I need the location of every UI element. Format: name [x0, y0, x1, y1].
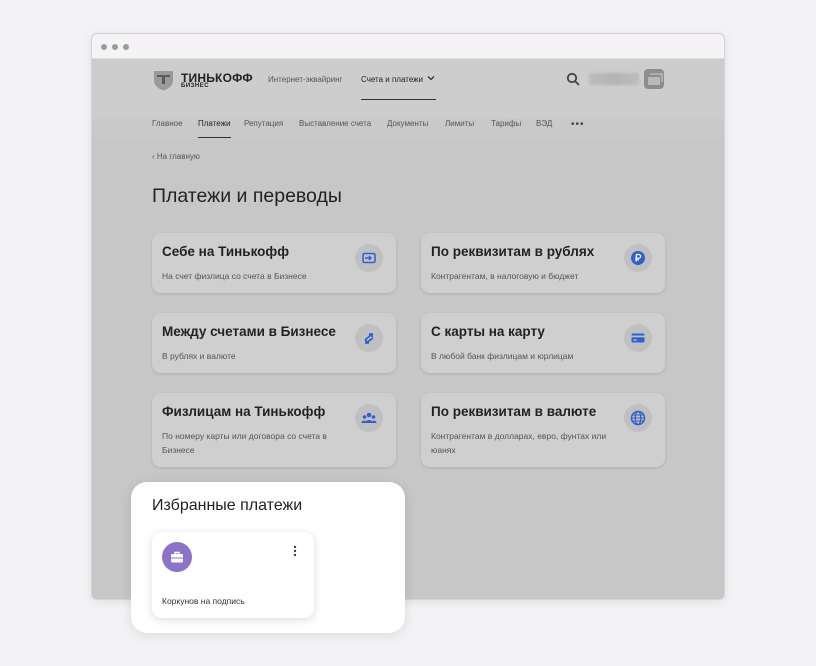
kebab-menu-icon[interactable] [293, 545, 297, 557]
subnav-item-tariffs[interactable]: Тарифы [491, 119, 521, 128]
browser-titlebar [92, 34, 724, 59]
credit-card-icon [624, 324, 652, 352]
payment-card-rub-requisites[interactable]: По реквизитам в рублях Контрагентам, в н… [421, 233, 665, 293]
card-title: Физлицам на Тинькофф [162, 404, 326, 419]
search-icon[interactable] [566, 72, 580, 86]
card-description: По номеру карты или договора со счета в … [162, 431, 327, 455]
payment-card-currency-requisites[interactable]: По реквизитам в валюте Контрагентам в до… [421, 393, 665, 467]
card-title: Себе на Тинькофф [162, 244, 290, 259]
subnav-item-limits[interactable]: Лимиты [445, 119, 474, 128]
topnav-accounts-payments[interactable]: Счета и платежи [361, 75, 423, 84]
back-link[interactable]: ‹ На главную [152, 152, 200, 161]
ruble-icon [624, 244, 652, 272]
subnav-item-ved[interactable]: ВЭД [536, 119, 552, 128]
subnav-item-main[interactable]: Главное [152, 119, 183, 128]
card-title: По реквизитам в рублях [431, 244, 595, 259]
card-transfer-icon [355, 244, 383, 272]
top-header: ТИНЬКОФФ БИЗНЕС Интернет-эквайринг Счета… [92, 59, 724, 119]
payment-card-individuals-tinkoff[interactable]: Физлицам на Тинькофф По номеру карты или… [152, 393, 396, 467]
card-description: В любой банк физлицам и юрлицам [431, 351, 574, 361]
more-icon[interactable]: ••• [571, 119, 585, 130]
avatar[interactable] [644, 69, 664, 89]
favorite-payment-card[interactable]: Коркунов на подпись [152, 532, 314, 618]
payment-card-card-to-card[interactable]: С карты на карту В любой банк физлицам и… [421, 313, 665, 373]
logo-emblem-icon[interactable] [152, 70, 175, 91]
briefcase-icon [162, 542, 192, 572]
payment-card-between-accounts[interactable]: Между счетами в Бизнесе В рублях и валют… [152, 313, 396, 373]
favorite-payment-label: Коркунов на подпись [162, 596, 245, 606]
page-title: Платежи и переводы [152, 185, 342, 207]
subnav-item-invoicing[interactable]: Выставление счета [299, 119, 371, 128]
globe-icon [624, 404, 652, 432]
subnav-item-reputation[interactable]: Репутация [244, 119, 283, 128]
card-title: Между счетами в Бизнесе [162, 324, 336, 339]
back-link-label: На главную [156, 152, 200, 161]
logo-subtext[interactable]: БИЗНЕС [181, 83, 209, 89]
card-description: Контрагентам в долларах, евро, фунтах ил… [431, 431, 607, 455]
people-icon [355, 404, 383, 432]
topnav-acquiring[interactable]: Интернет-эквайринг [268, 75, 342, 84]
exchange-arrows-icon [355, 324, 383, 352]
card-description: Контрагентам, в налоговую и бюджет [431, 271, 579, 281]
card-title: По реквизитам в валюте [431, 404, 597, 419]
card-title: С карты на карту [431, 324, 545, 339]
favorite-payments-panel: Избранные платежи Коркунов на подпись [131, 482, 405, 633]
subnav-item-documents[interactable]: Документы [387, 119, 428, 128]
avatar-image [648, 73, 663, 85]
active-subnav-underline [198, 137, 231, 138]
window-dot[interactable] [112, 44, 118, 50]
favorites-title: Избранные платежи [152, 497, 303, 514]
window-dot[interactable] [123, 44, 129, 50]
payment-card-self-tinkoff[interactable]: Себе на Тинькофф На счет физлица со счет… [152, 233, 396, 293]
sub-navigation: Главное Платежи Репутация Выставление сч… [92, 119, 724, 141]
user-name-blurred[interactable] [589, 73, 639, 85]
active-nav-underline [361, 99, 436, 100]
subnav-item-payments[interactable]: Платежи [198, 119, 230, 128]
card-description: В рублях и валюте [162, 351, 236, 361]
card-description: На счет физлица со счета в Бизнесе [162, 271, 307, 281]
chevron-down-icon[interactable] [426, 73, 436, 83]
window-dot[interactable] [101, 44, 107, 50]
